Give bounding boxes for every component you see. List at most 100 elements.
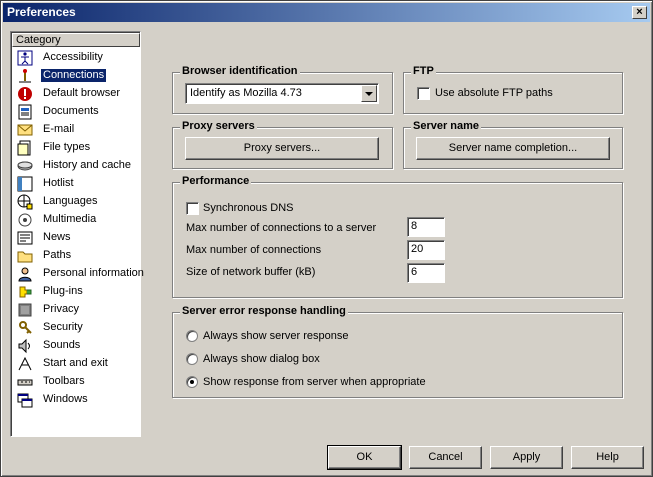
close-button[interactable]: × <box>632 6 647 19</box>
accessibility-icon <box>17 50 33 66</box>
sidebar-item-label: Personal information <box>43 267 144 279</box>
performance-group: Performance Synchronous DNS Max number o… <box>172 175 623 298</box>
help-button[interactable]: Help <box>571 446 644 469</box>
sidebar-item-toolbars[interactable]: Toolbars <box>12 373 140 391</box>
start-exit-icon <box>17 356 33 372</box>
error-handling-title: Server error response handling <box>180 305 348 317</box>
sidebar-item-languages[interactable]: Languages <box>12 193 140 211</box>
sidebar-item-label: Multimedia <box>43 213 97 225</box>
network-buffer-input[interactable]: 6 <box>407 263 445 283</box>
sounds-icon <box>17 338 33 354</box>
sidebar-item-label: Toolbars <box>43 375 85 387</box>
personal-info-icon <box>17 266 33 282</box>
sidebar-item-plug-ins[interactable]: Plug-ins <box>12 283 140 301</box>
browser-identification-value: Identify as Mozilla 4.73 <box>190 87 302 99</box>
synchronous-dns-checkbox[interactable] <box>186 202 199 215</box>
sidebar-item-label: History and cache <box>43 159 132 171</box>
title-bar[interactable]: Preferences × <box>3 3 650 22</box>
sidebar-item-label: Default browser <box>43 87 121 99</box>
plugins-icon <box>17 284 33 300</box>
sidebar-item-e-mail[interactable]: E-mail <box>12 121 140 139</box>
sidebar-item-documents[interactable]: Documents <box>12 103 140 121</box>
network-buffer-label: Size of network buffer (kB) <box>186 266 316 278</box>
sidebar-item-label: Sounds <box>43 339 81 351</box>
sidebar-item-privacy[interactable]: Privacy <box>12 301 140 319</box>
category-header[interactable]: Category <box>12 33 140 47</box>
radio-show-when-appropriate[interactable] <box>186 376 198 388</box>
sidebar-item-start-and-exit[interactable]: Start and exit <box>12 355 140 373</box>
error-handling-group: Server error response handling Always sh… <box>172 305 623 398</box>
sidebar-item-accessibility[interactable]: Accessibility <box>12 49 140 67</box>
sidebar-item-label: Connections <box>41 69 107 82</box>
sidebar-item-label: File types <box>43 141 91 153</box>
multimedia-icon <box>17 212 33 228</box>
chevron-down-icon[interactable] <box>361 85 377 102</box>
sidebar-item-label: Documents <box>43 105 99 117</box>
sidebar-item-file-types[interactable]: File types <box>12 139 140 157</box>
preferences-window: Preferences × Category Accessibility Conn… <box>0 0 653 477</box>
sidebar-item-history-and-cache[interactable]: History and cache <box>12 157 140 175</box>
default-browser-icon <box>17 86 33 102</box>
sidebar-item-label: Security <box>43 321 83 333</box>
ftp-group: FTP Use absolute FTP paths <box>403 65 623 114</box>
history-icon <box>17 158 33 174</box>
browser-identification-select[interactable]: Identify as Mozilla 4.73 <box>185 83 379 104</box>
proxy-servers-button[interactable]: Proxy servers... <box>185 137 379 160</box>
sidebar-item-news[interactable]: News <box>12 229 140 247</box>
sidebar-item-security[interactable]: Security <box>12 319 140 337</box>
server-name-group: Server name Server name completion... <box>403 120 623 169</box>
ok-button[interactable]: OK <box>327 445 402 470</box>
max-per-server-input[interactable]: 8 <box>407 217 445 237</box>
news-icon <box>17 230 33 246</box>
sidebar-item-label: Hotlist <box>43 177 74 189</box>
max-per-server-label: Max number of connections to a server <box>186 222 377 234</box>
window-title: Preferences <box>7 5 76 19</box>
security-icon <box>17 320 33 336</box>
sidebar-item-label: Windows <box>43 393 88 405</box>
proxy-servers-title: Proxy servers <box>180 120 257 132</box>
close-icon: × <box>636 6 643 18</box>
radio-always-server-response[interactable] <box>186 330 198 342</box>
sidebar-item-personal-information[interactable]: Personal information <box>12 265 144 283</box>
email-icon <box>17 122 33 138</box>
performance-title: Performance <box>180 175 252 187</box>
privacy-icon <box>17 302 33 318</box>
browser-identification-title: Browser identification <box>180 65 300 77</box>
sidebar-item-label: News <box>43 231 71 243</box>
sidebar-item-paths[interactable]: Paths <box>12 247 140 265</box>
category-items: Accessibility Connections Default browser D… <box>12 49 144 409</box>
languages-icon <box>17 194 33 210</box>
documents-icon <box>17 104 33 120</box>
max-connections-label: Max number of connections <box>186 244 322 256</box>
browser-identification-group: Browser identification Identify as Mozil… <box>172 65 393 114</box>
sidebar-item-hotlist[interactable]: Hotlist <box>12 175 140 193</box>
sidebar-item-label: Accessibility <box>43 51 103 63</box>
sidebar-item-connections[interactable]: Connections <box>12 67 140 85</box>
synchronous-dns-label: Synchronous DNS <box>203 202 294 214</box>
radio-always-dialog-box[interactable] <box>186 353 198 365</box>
sidebar-item-label: Languages <box>43 195 98 207</box>
sidebar-item-default-browser[interactable]: Default browser <box>12 85 140 103</box>
max-connections-input[interactable]: 20 <box>407 240 445 260</box>
proxy-servers-group: Proxy servers Proxy servers... <box>172 120 393 169</box>
paths-icon <box>17 248 33 264</box>
always-dialog-box-label: Always show dialog box <box>203 353 320 365</box>
cancel-button[interactable]: Cancel <box>409 446 482 469</box>
sidebar-item-label: Plug-ins <box>43 285 83 297</box>
always-server-response-label: Always show server response <box>203 330 349 342</box>
sidebar-item-label: Start and exit <box>43 357 108 369</box>
category-list: Category Accessibility Connections Default… <box>10 31 144 437</box>
toolbars-icon <box>17 374 33 390</box>
sidebar-item-windows[interactable]: Windows <box>12 391 140 409</box>
connections-icon <box>17 68 33 84</box>
ftp-title: FTP <box>411 65 436 77</box>
windows-icon <box>17 392 33 408</box>
server-name-title: Server name <box>411 120 482 132</box>
sidebar-item-sounds[interactable]: Sounds <box>12 337 140 355</box>
server-name-completion-button[interactable]: Server name completion... <box>416 137 610 160</box>
hotlist-icon <box>17 176 33 192</box>
file-types-icon <box>17 140 33 156</box>
apply-button[interactable]: Apply <box>490 446 563 469</box>
absolute-ftp-paths-checkbox[interactable] <box>417 87 430 100</box>
sidebar-item-multimedia[interactable]: Multimedia <box>12 211 140 229</box>
